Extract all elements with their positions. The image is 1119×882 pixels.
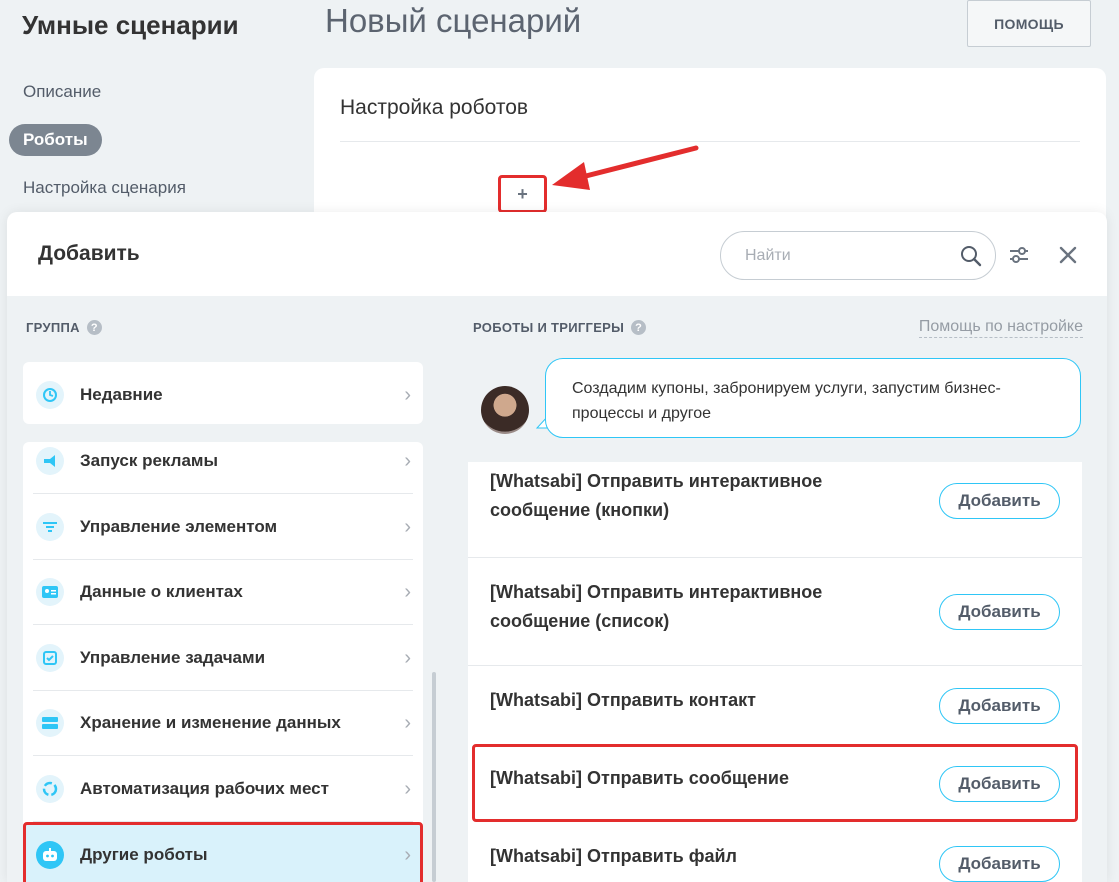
group-label: Другие роботы bbox=[80, 845, 208, 864]
group-item-task-management[interactable]: Управление задачами › bbox=[23, 625, 423, 691]
group-label: Хранение и изменение данных bbox=[80, 713, 341, 732]
search-icon[interactable] bbox=[959, 244, 983, 268]
robot-title: [Whatsabi] Отправить контакт bbox=[490, 690, 756, 710]
robot-list: [Whatsabi] Отправить интерактивное сообщ… bbox=[468, 462, 1082, 882]
add-button[interactable]: Добавить bbox=[939, 594, 1060, 630]
robot-item: [Whatsabi] Отправить файл Добавить bbox=[468, 824, 1082, 882]
robot-title: [Whatsabi] Отправить интерактивное сообщ… bbox=[490, 471, 823, 520]
chevron-right-icon: › bbox=[404, 844, 411, 866]
nav-item-description[interactable]: Описание bbox=[9, 76, 115, 108]
add-robot-plus-button[interactable]: + bbox=[498, 175, 547, 213]
robot-icon bbox=[36, 841, 64, 869]
add-button[interactable]: Добавить bbox=[939, 846, 1060, 882]
funnel-icon bbox=[36, 513, 64, 541]
annotation-arrow-icon bbox=[552, 145, 699, 190]
task-check-icon bbox=[36, 644, 64, 672]
robots-label: РОБОТЫ И ТРИГГЕРЫ ? bbox=[473, 320, 647, 335]
chevron-right-icon: › bbox=[404, 647, 411, 669]
help-button[interactable]: ПОМОЩЬ bbox=[967, 0, 1091, 47]
group-label: Запуск рекламы bbox=[80, 451, 218, 470]
group-column: ГРУППА ? Недавние › Запуск рекламы › Упр… bbox=[7, 296, 451, 882]
robot-item-send-message: [Whatsabi] Отправить сообщение Добавить bbox=[472, 744, 1078, 822]
group-label-text: ГРУППА bbox=[26, 320, 80, 335]
robot-title: [Whatsabi] Отправить сообщение bbox=[490, 768, 789, 788]
help-setup-link[interactable]: Помощь по настройке bbox=[918, 318, 1083, 338]
page-title: Новый сценарий bbox=[325, 2, 582, 39]
robot-title: [Whatsabi] Отправить интерактивное сообщ… bbox=[490, 582, 823, 631]
robot-item: [Whatsabi] Отправить интерактивное сообщ… bbox=[468, 558, 1082, 666]
slider-header: Добавить bbox=[7, 212, 1107, 296]
nav-item-scenario-settings[interactable]: Настройка сценария bbox=[9, 172, 200, 204]
group-label: Данные о клиентах bbox=[80, 582, 243, 601]
group-item-recent[interactable]: Недавние › bbox=[23, 362, 423, 424]
app-title: Умные сценарии bbox=[22, 10, 239, 40]
card-title: Настройка роботов bbox=[340, 96, 529, 119]
left-nav: Описание Роботы Настройка сценария bbox=[9, 76, 289, 220]
scrollbar[interactable] bbox=[432, 672, 436, 882]
robots-label-text: РОБОТЫ И ТРИГГЕРЫ bbox=[473, 320, 625, 335]
group-item-ads[interactable]: Запуск рекламы › bbox=[23, 428, 423, 494]
group-item-element-control[interactable]: Управление элементом › bbox=[23, 494, 423, 560]
settings-sliders-icon[interactable] bbox=[1007, 244, 1031, 266]
history-icon bbox=[36, 381, 64, 409]
group-item-workplace-automation[interactable]: Автоматизация рабочих мест › bbox=[23, 756, 423, 822]
robots-column: РОБОТЫ И ТРИГГЕРЫ ? Помощь по настройке … bbox=[451, 296, 1107, 882]
robot-title: [Whatsabi] Отправить файл bbox=[490, 846, 737, 866]
add-button[interactable]: Добавить bbox=[939, 483, 1060, 519]
add-button[interactable]: Добавить bbox=[939, 688, 1060, 724]
chevron-right-icon: › bbox=[404, 581, 411, 603]
chevron-right-icon: › bbox=[404, 712, 411, 734]
group-list: Запуск рекламы › Управление элементом › … bbox=[23, 442, 423, 882]
nav-item-robots[interactable]: Роботы bbox=[9, 124, 102, 156]
group-item-data-storage[interactable]: Хранение и изменение данных › bbox=[23, 690, 423, 756]
hint-bubble: Создадим купоны, забронируем услуги, зап… bbox=[545, 358, 1081, 438]
recent-row[interactable]: Недавние › bbox=[23, 362, 423, 428]
group-label: Автоматизация рабочих мест bbox=[80, 779, 329, 798]
chevron-right-icon: › bbox=[404, 778, 411, 800]
chevron-right-icon: › bbox=[404, 384, 411, 406]
chevron-right-icon: › bbox=[404, 450, 411, 472]
slider-title: Добавить bbox=[38, 242, 140, 265]
robot-item: [Whatsabi] Отправить интерактивное сообщ… bbox=[468, 462, 1082, 558]
contact-card-icon bbox=[36, 578, 64, 606]
megaphone-icon bbox=[36, 447, 64, 475]
add-slider-panel: Добавить ГРУППА ? bbox=[7, 212, 1107, 882]
group-label: Управление задачами bbox=[80, 648, 266, 667]
group-item-other-robots[interactable]: Другие роботы › bbox=[23, 822, 423, 882]
group-label-recent: Недавние bbox=[80, 385, 163, 404]
robots-settings-card: Настройка роботов bbox=[314, 68, 1106, 228]
robot-item: [Whatsabi] Отправить контакт Добавить bbox=[468, 666, 1082, 744]
group-label: Управление элементом bbox=[80, 517, 278, 536]
search-input[interactable] bbox=[745, 244, 945, 268]
question-icon[interactable]: ? bbox=[631, 320, 647, 335]
divider bbox=[340, 141, 1080, 142]
search-box[interactable] bbox=[720, 231, 996, 280]
question-icon[interactable]: ? bbox=[86, 320, 102, 335]
storage-icon bbox=[36, 709, 64, 737]
cycle-icon bbox=[36, 775, 64, 803]
group-label: ГРУППА ? bbox=[26, 320, 102, 335]
close-icon[interactable] bbox=[1057, 244, 1079, 266]
chevron-right-icon: › bbox=[404, 516, 411, 538]
group-item-client-data[interactable]: Данные о клиентах › bbox=[23, 559, 423, 625]
add-button[interactable]: Добавить bbox=[939, 766, 1060, 802]
avatar bbox=[481, 386, 529, 434]
